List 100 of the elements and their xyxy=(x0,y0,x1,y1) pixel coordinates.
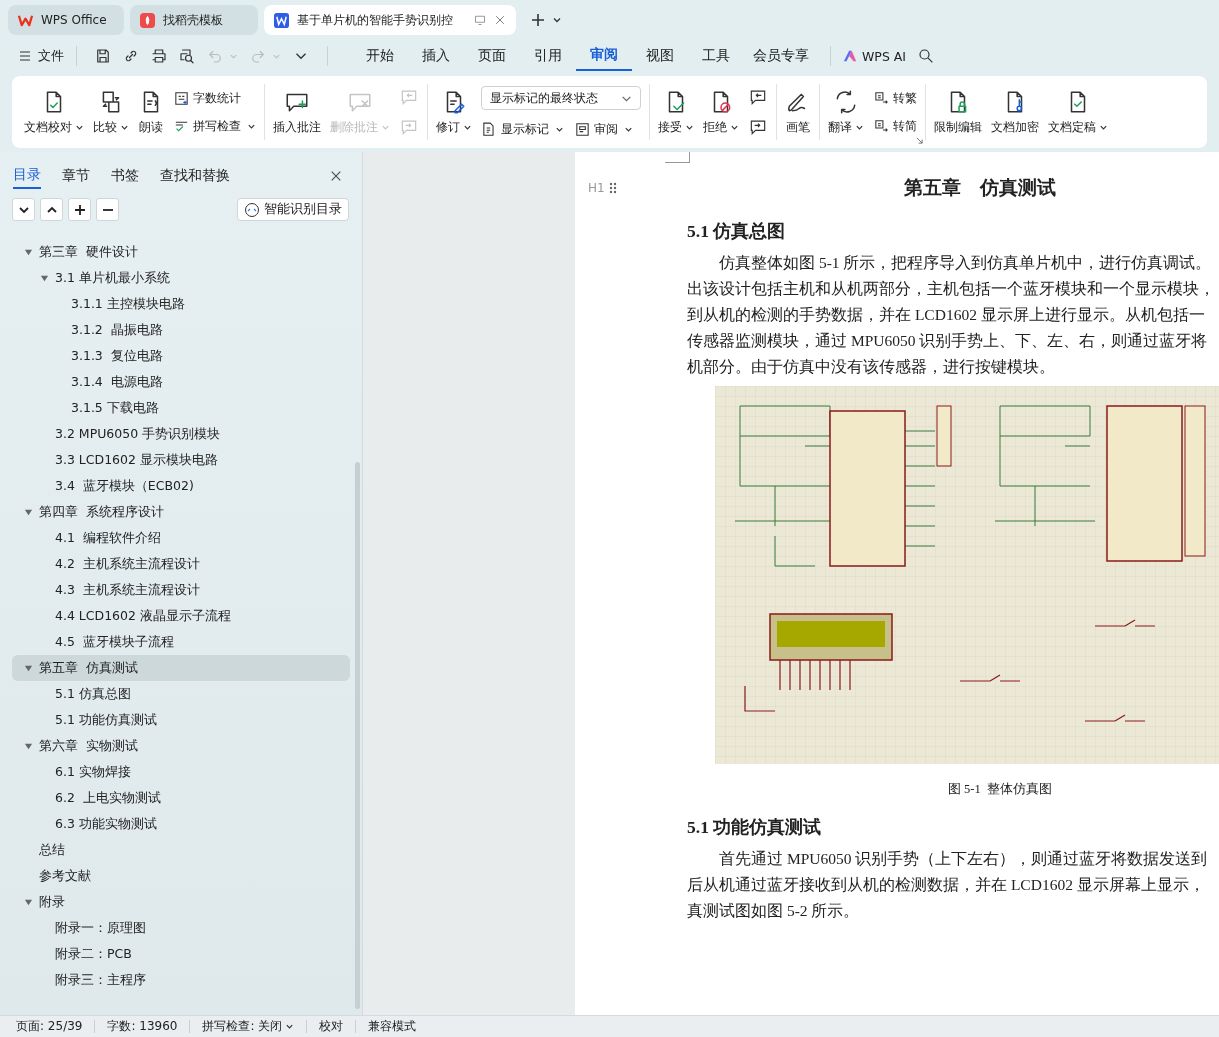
smart-toc-button[interactable]: 智能识别目录 xyxy=(237,198,349,221)
toc-item[interactable]: 参考文献 xyxy=(0,863,350,889)
markup-dropdown[interactable]: 显示标记的最终状态 xyxy=(481,86,641,110)
toc-item[interactable]: 附录 xyxy=(0,889,350,915)
ribbon-button[interactable]: 文档加密 xyxy=(987,88,1043,136)
ribbon-tab[interactable]: 页面 xyxy=(464,41,520,71)
toc-item[interactable]: 4.1 编程软件介绍 xyxy=(0,525,350,551)
ribbon-tab[interactable]: 会员专享 xyxy=(744,41,818,71)
toc-item[interactable]: 第五章 仿真测试 xyxy=(12,655,350,681)
status-item[interactable]: 页面: 25/39 xyxy=(16,1018,83,1035)
sidebar-tab[interactable]: 查找和替换 xyxy=(160,163,230,189)
ribbon-button[interactable]: 修订 xyxy=(432,88,476,136)
document-tab[interactable]: 基于单片机的智能手势识别控 xyxy=(264,5,516,35)
toc-item[interactable]: 6.3 功能实物测试 xyxy=(0,811,350,837)
dialog-launcher-icon[interactable] xyxy=(916,137,923,144)
ribbon-button[interactable]: 字数统计 xyxy=(173,89,256,107)
expand-triangle-icon[interactable] xyxy=(24,507,33,517)
ribbon-button[interactable]: 拼写检查 xyxy=(173,117,256,135)
word-count-icon xyxy=(173,89,190,107)
status-item[interactable]: 校对 xyxy=(319,1018,344,1035)
drag-handle-icon[interactable] xyxy=(608,182,617,194)
remove-button[interactable] xyxy=(96,198,119,221)
toc-item[interactable]: 3.1 单片机最小系统 xyxy=(0,265,350,291)
print-icon[interactable] xyxy=(150,47,168,65)
toc-item[interactable]: 4.4 LCD1602 液晶显示子流程 xyxy=(0,603,350,629)
toc-item[interactable]: 附录二：PCB xyxy=(0,941,350,967)
toc-item[interactable]: 5.1 仿真总图 xyxy=(0,681,350,707)
sidebar-tab[interactable]: 书签 xyxy=(111,163,139,189)
collapse-up-button[interactable] xyxy=(40,198,63,221)
ribbon-button[interactable]: 转繁 xyxy=(873,89,917,107)
toc-item[interactable]: 5.1 功能仿真测试 xyxy=(0,707,350,733)
sidebar-tab[interactable]: 目录 xyxy=(13,163,41,189)
print-preview-icon[interactable] xyxy=(178,47,196,65)
status-item[interactable]: 字数: 13960 xyxy=(107,1018,178,1035)
ribbon-button[interactable]: 文档校对 xyxy=(20,88,88,136)
toc-item[interactable]: 第三章 硬件设计 xyxy=(0,239,350,265)
ribbon-button[interactable]: 插入批注 xyxy=(269,88,325,136)
add-button[interactable] xyxy=(68,198,91,221)
ai-button[interactable]: WPS AI xyxy=(843,48,907,64)
review-pane-icon xyxy=(574,120,591,138)
ribbon-button[interactable]: 拒绝 xyxy=(699,88,743,136)
ribbon-button[interactable]: 画笔 xyxy=(781,88,815,136)
ribbon-tab[interactable]: 工具 xyxy=(688,41,744,71)
ribbon-tab[interactable]: 视图 xyxy=(632,41,688,71)
toc-item[interactable]: 附录一：原理图 xyxy=(0,915,350,941)
monitor-icon[interactable] xyxy=(474,14,486,26)
file-menu[interactable]: 文件 xyxy=(18,47,64,65)
text-line: 机部分。由于仿真中没有该传感器，进行按键模块。 xyxy=(687,357,1056,377)
toc-item[interactable]: 附录三：主程序 xyxy=(0,967,350,993)
toc-item[interactable]: 6.2 上电实物测试 xyxy=(0,785,350,811)
ribbon-tab[interactable]: 审阅 xyxy=(576,41,632,71)
toc-item[interactable]: 3.1.5 下载电路 xyxy=(0,395,350,421)
expand-triangle-icon[interactable] xyxy=(24,663,33,673)
ribbon-tab[interactable]: 开始 xyxy=(352,41,408,71)
ribbon-tab[interactable]: 引用 xyxy=(520,41,576,71)
status-item[interactable]: 拼写检查: 关闭 xyxy=(202,1018,295,1035)
ribbon-button[interactable]: 转简 xyxy=(873,117,917,135)
toc-item[interactable]: 3.3 LCD1602 显示模块电路 xyxy=(0,447,350,473)
figure-caption: 图 5-1 整体仿真图 xyxy=(946,781,1053,798)
text-line: 到从机的检测的手势数据，并在 LCD1602 显示屏上进行显示。从机包括一 xyxy=(687,305,1206,325)
document-tab[interactable]: WPS Office xyxy=(8,5,124,35)
toc-item[interactable]: 3.1.2 晶振电路 xyxy=(0,317,350,343)
ribbon-button[interactable]: 比较 xyxy=(89,88,133,136)
expand-triangle-icon[interactable] xyxy=(40,273,49,283)
expand-triangle-icon[interactable] xyxy=(24,247,33,257)
expand-down-button[interactable] xyxy=(12,198,35,221)
toc-item[interactable]: 第四章 系统程序设计 xyxy=(0,499,350,525)
expand-triangle-icon[interactable] xyxy=(24,897,33,907)
close-icon[interactable] xyxy=(330,170,342,182)
toc-item[interactable]: 4.5 蓝牙模块子流程 xyxy=(0,629,350,655)
toc-item[interactable]: 4.3 主机系统主流程设计 xyxy=(0,577,350,603)
status-item[interactable]: 兼容模式 xyxy=(368,1018,417,1035)
document-tab[interactable]: 找稻壳模板 xyxy=(130,5,258,35)
caret-icon[interactable] xyxy=(552,15,562,25)
toc-item[interactable]: 3.4 蓝牙模块（ECB02) xyxy=(0,473,350,499)
save-icon[interactable] xyxy=(94,47,112,65)
ribbon-button[interactable]: 显示标记 xyxy=(481,120,564,138)
toc-item[interactable]: 3.1.1 主控模块电路 xyxy=(0,291,350,317)
toc-item[interactable]: 3.1.3 复位电路 xyxy=(0,343,350,369)
sidebar-tab[interactable]: 章节 xyxy=(62,163,90,189)
page-corner-mark xyxy=(665,152,690,163)
convert-icon xyxy=(873,117,890,135)
ribbon-button[interactable]: 朗读 xyxy=(134,88,168,136)
toc-item[interactable]: 4.2 主机系统主流程设计 xyxy=(0,551,350,577)
toc-item[interactable]: 3.2 MPU6050 手势识别模块 xyxy=(0,421,350,447)
ribbon-button[interactable]: 审阅 xyxy=(574,120,633,138)
scrollbar-thumb[interactable] xyxy=(355,462,360,1009)
toc-item[interactable]: 6.1 实物焊接 xyxy=(0,759,350,785)
text-line: 出该设计包括主机和从机两部分，主机包括一个蓝牙模块和一个显示模块， xyxy=(687,279,1216,299)
expand-triangle-icon[interactable] xyxy=(24,741,33,751)
ribbon-button[interactable]: 接受 xyxy=(654,88,698,136)
ribbon-tab[interactable]: 插入 xyxy=(408,41,464,71)
new-tab-icon[interactable] xyxy=(530,12,546,28)
toc-item[interactable]: 总结 xyxy=(0,837,350,863)
ribbon-button[interactable]: 翻译 xyxy=(824,88,868,136)
toc-item[interactable]: 第六章 实物测试 xyxy=(0,733,350,759)
toc-item[interactable]: 3.1.4 电源电路 xyxy=(0,369,350,395)
close-icon[interactable] xyxy=(494,14,506,26)
ribbon-button[interactable]: 限制编辑 xyxy=(930,88,986,136)
ribbon-button[interactable]: 文档定稿 xyxy=(1044,88,1112,136)
